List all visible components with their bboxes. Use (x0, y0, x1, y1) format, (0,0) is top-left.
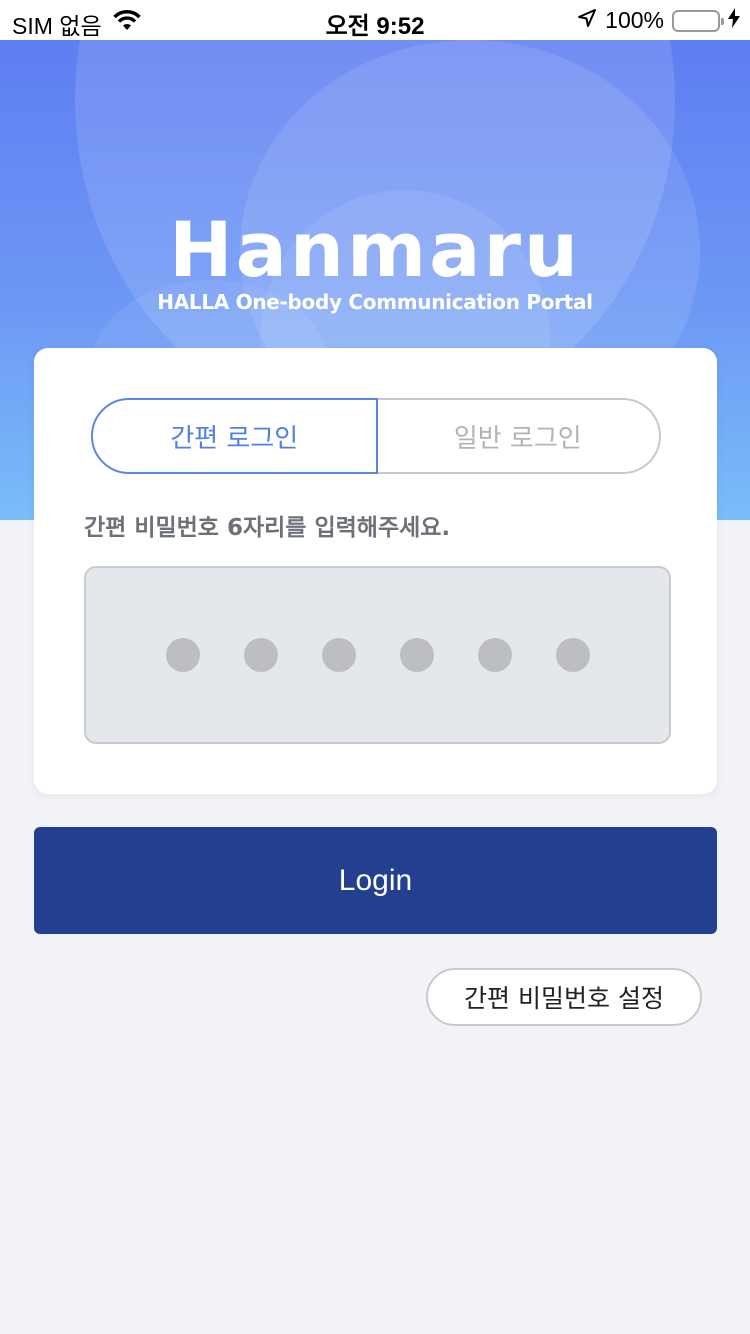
pin-input[interactable] (84, 566, 671, 744)
login-mode-tabs: 간편 로그인 일반 로그인 (91, 398, 661, 474)
login-card: 간편 로그인 일반 로그인 간편 비밀번호 6자리를 입력해주세요. (34, 348, 717, 794)
location-arrow-icon (577, 7, 597, 34)
pin-dot (477, 638, 512, 672)
battery-percent: 100% (605, 7, 664, 33)
tab-standard-login[interactable]: 일반 로그인 (376, 398, 661, 474)
pin-dot (555, 638, 590, 672)
status-right: 100% (577, 7, 740, 34)
app-logo: Hanmaru (168, 205, 582, 294)
bolt-icon (728, 7, 740, 34)
tab-simple-login[interactable]: 간편 로그인 (91, 398, 378, 474)
pin-dot (165, 638, 200, 672)
pin-setup-button[interactable]: 간편 비밀번호 설정 (426, 968, 702, 1026)
login-screen: SIM 없음 오전 9:52 100% Hanmaru HALLA One-bo… (0, 0, 750, 1334)
status-bar: SIM 없음 오전 9:52 100% (0, 0, 750, 40)
pin-dot (399, 638, 434, 672)
pin-dot (321, 638, 356, 672)
pin-dot (243, 638, 278, 672)
battery-icon (672, 9, 724, 32)
app-tagline: HALLA One-body Communication Portal (157, 290, 593, 314)
login-button[interactable]: Login (34, 827, 717, 934)
pin-instruction: 간편 비밀번호 6자리를 입력해주세요. (84, 515, 451, 541)
